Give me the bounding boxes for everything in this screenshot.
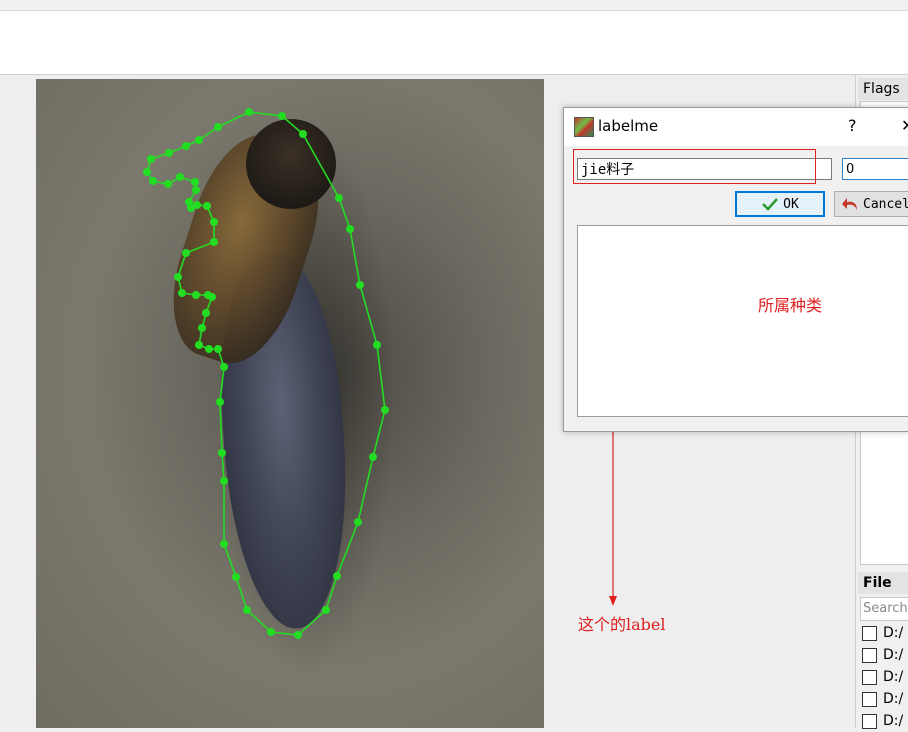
- polygon-vertex-handle[interactable]: [220, 477, 228, 485]
- polygon-vertex-handle[interactable]: [185, 198, 193, 206]
- polygon-vertex-handle[interactable]: [243, 606, 251, 614]
- label-annotation: 这个的label: [578, 615, 666, 634]
- polygon-vertex-handle[interactable]: [176, 173, 184, 181]
- polygon-vertex-handle[interactable]: [232, 573, 240, 581]
- flags-panel-title: Flags: [858, 78, 908, 100]
- polygon-vertex-handle[interactable]: [218, 449, 226, 457]
- polygon-vertex-handle[interactable]: [178, 289, 186, 297]
- ok-button[interactable]: OK: [735, 191, 825, 217]
- polygon-vertex-handle[interactable]: [198, 324, 206, 332]
- file-checkbox[interactable]: [862, 647, 877, 663]
- file-path: D:/: [883, 669, 904, 685]
- polygon-vertex-handle[interactable]: [214, 123, 222, 131]
- polygon-vertex-handle[interactable]: [220, 540, 228, 548]
- file-search-input[interactable]: Search Filename: [860, 597, 908, 621]
- label-highlight-box: [573, 149, 816, 184]
- labelme-app-icon: [574, 117, 594, 137]
- help-button[interactable]: ?: [848, 116, 857, 135]
- ok-button-label: OK: [783, 196, 799, 212]
- polygon-vertex-handle[interactable]: [174, 273, 182, 281]
- polygon-vertex-handle[interactable]: [220, 363, 228, 371]
- file-list-item[interactable]: D:/: [862, 688, 908, 710]
- polygon-vertex-handle[interactable]: [149, 177, 157, 185]
- polygon-vertex-handle[interactable]: [191, 178, 199, 186]
- label-arrow-head: [609, 596, 617, 606]
- file-checkbox[interactable]: [862, 691, 877, 707]
- polygon-vertex-handle[interactable]: [294, 631, 302, 639]
- file-list-item[interactable]: D:/: [862, 710, 908, 732]
- polygon-vertex-handle[interactable]: [322, 606, 330, 614]
- polygon-vertex-handle[interactable]: [182, 249, 190, 257]
- polygon-vertex-handle[interactable]: [245, 108, 253, 116]
- polygon-vertex-handle[interactable]: [333, 572, 341, 580]
- polygon-vertex-handle[interactable]: [147, 155, 155, 163]
- file-list-item[interactable]: D:/: [862, 644, 908, 666]
- polygon-vertex-handle[interactable]: [210, 218, 218, 226]
- polygon-vertex-handle[interactable]: [143, 168, 151, 176]
- polygon-vertex-handle[interactable]: [346, 225, 354, 233]
- polygon-vertex-handle[interactable]: [335, 194, 343, 202]
- file-list-item[interactable]: D:/: [862, 622, 908, 644]
- file-checkbox[interactable]: [862, 669, 877, 685]
- label-suggestion-list[interactable]: [577, 225, 908, 417]
- polygon-vertex-handle[interactable]: [299, 130, 307, 138]
- category-annotation: 所属种类: [758, 296, 823, 315]
- polygon-vertex-handle[interactable]: [195, 136, 203, 144]
- polygon-vertex-handle[interactable]: [205, 345, 213, 353]
- file-path: D:/: [883, 625, 904, 641]
- polygon-vertex-handle[interactable]: [195, 341, 203, 349]
- file-path: D:/: [883, 713, 904, 729]
- polygon-vertex-handle[interactable]: [216, 398, 224, 406]
- polygon-vertex-handle[interactable]: [192, 186, 200, 194]
- dialog-title: labelme: [598, 117, 659, 135]
- polygon-vertex-handle[interactable]: [182, 142, 190, 150]
- checkmark-icon: [762, 198, 779, 211]
- polygon-vertex-handle[interactable]: [373, 341, 381, 349]
- polygon-vertex-handle[interactable]: [192, 291, 200, 299]
- polygon-vertex-handle[interactable]: [204, 291, 212, 299]
- file-path: D:/: [883, 691, 904, 707]
- file-list-title: File List: [858, 572, 908, 613]
- file-path: D:/: [883, 647, 904, 663]
- polygon-vertex-handle[interactable]: [354, 518, 362, 526]
- polygon-vertex-handle[interactable]: [278, 112, 286, 120]
- file-list-item[interactable]: D:/: [862, 666, 908, 688]
- cancel-button[interactable]: Cancel: [834, 191, 908, 217]
- polygon-vertex-handle[interactable]: [381, 406, 389, 414]
- polygon-vertex-handle[interactable]: [202, 309, 210, 317]
- file-checkbox[interactable]: [862, 625, 877, 641]
- undo-arrow-icon: [842, 198, 857, 210]
- polygon-vertex-handle[interactable]: [356, 281, 364, 289]
- polygon-vertex-handle[interactable]: [214, 345, 222, 353]
- dialog-titlebar: labelme ? ✕: [564, 108, 908, 146]
- polygon-vertex-handle[interactable]: [203, 202, 211, 210]
- polygon-vertex-handle[interactable]: [369, 453, 377, 461]
- close-button[interactable]: ✕: [901, 116, 908, 135]
- polygon-vertex-handle[interactable]: [267, 628, 275, 636]
- polygon-vertex-handle[interactable]: [165, 149, 173, 157]
- polygon-vertex-handle[interactable]: [210, 238, 218, 246]
- file-checkbox[interactable]: [862, 713, 877, 729]
- group-id-input[interactable]: 0: [842, 158, 908, 180]
- polygon-vertex-handle[interactable]: [164, 180, 172, 188]
- cancel-button-label: Cancel: [863, 196, 908, 212]
- polygon-outline[interactable]: [146, 111, 386, 636]
